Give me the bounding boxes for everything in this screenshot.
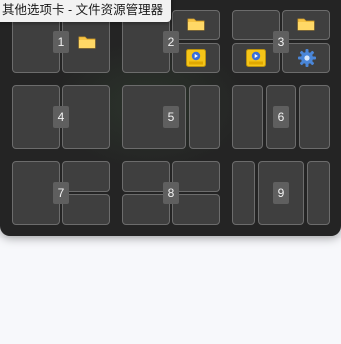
snap-layout-3[interactable]: 3 [232, 10, 330, 73]
snap-layout-6[interactable]: 6 [232, 85, 330, 149]
layout-4-zone-right[interactable] [62, 85, 110, 149]
layout-6-zone-right[interactable] [299, 85, 330, 149]
layout-6-number: 6 [273, 106, 289, 128]
folder-icon [187, 18, 205, 31]
window-title-tooltip: 其他选项卡 - 文件资源管理器 [0, 0, 172, 22]
layout-9-zone-left[interactable] [232, 161, 255, 225]
layout-8-zone-bottom-right[interactable] [172, 194, 220, 225]
folder-icon [297, 18, 315, 31]
layout-3-number: 3 [273, 31, 289, 53]
layout-8-number: 8 [163, 182, 179, 204]
snap-layouts-flyout: 1 2 3 4 5 6 7 8 9 其他选项卡 - 文件资源管理器 [0, 0, 341, 236]
layout-7-zone-bottom-right[interactable] [62, 194, 110, 225]
layout-9-number: 9 [273, 182, 289, 204]
snap-layout-9[interactable]: 9 [232, 161, 330, 225]
folder-icon [78, 36, 96, 49]
background-area [0, 238, 341, 344]
layout-8-zone-top-right[interactable] [172, 161, 220, 192]
layout-2-number: 2 [163, 31, 179, 53]
layout-6-zone-left[interactable] [232, 85, 263, 149]
snap-layout-5[interactable]: 5 [122, 85, 220, 149]
layout-7-number: 7 [53, 182, 69, 204]
layout-9-zone-right[interactable] [307, 161, 330, 225]
snap-layout-7[interactable]: 7 [12, 161, 110, 225]
snap-layout-4[interactable]: 4 [12, 85, 110, 149]
layout-4-number: 4 [53, 106, 69, 128]
player-icon [186, 49, 206, 67]
layout-1-number: 1 [53, 31, 69, 53]
layout-5-number: 5 [163, 106, 179, 128]
player-icon [246, 49, 266, 67]
snap-layout-8[interactable]: 8 [122, 161, 220, 225]
settings-gear-icon [298, 49, 316, 67]
layout-5-zone-right[interactable] [189, 85, 220, 149]
layout-7-zone-top-right[interactable] [62, 161, 110, 192]
